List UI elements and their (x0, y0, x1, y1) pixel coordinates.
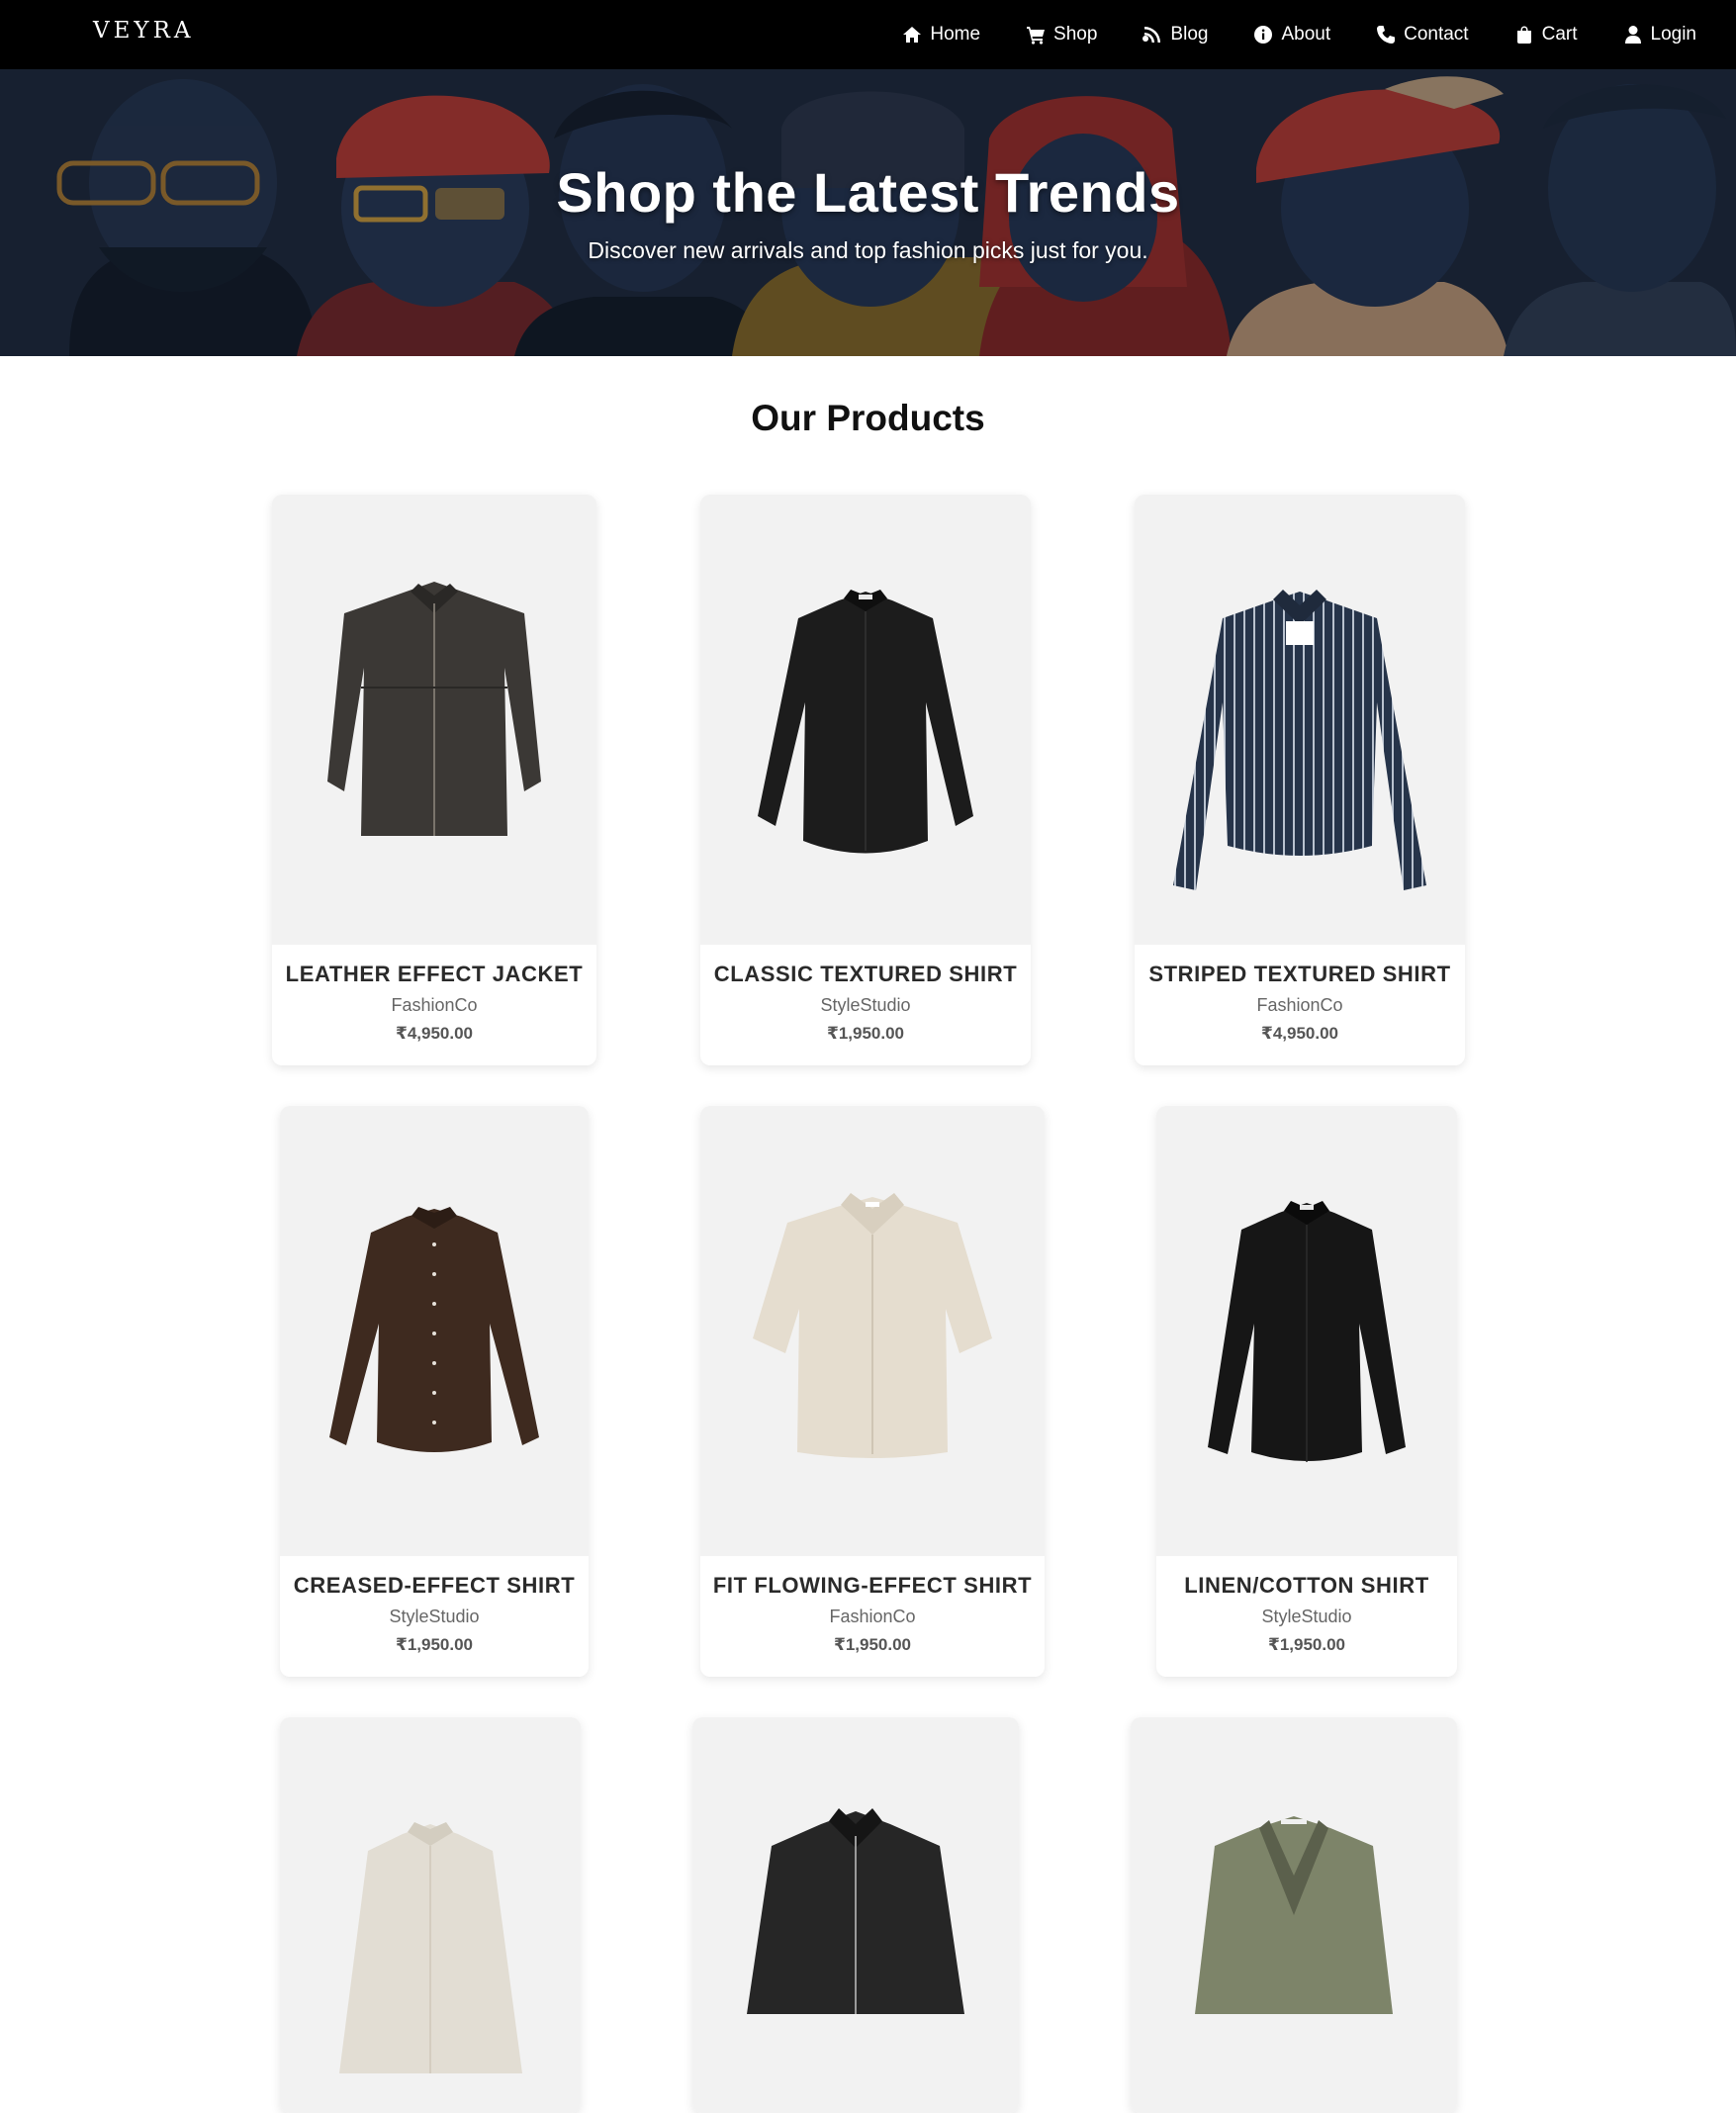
product-image[interactable] (1156, 1106, 1457, 1556)
product-price: ₹1,950.00 (833, 1635, 911, 1654)
product-image[interactable] (700, 1106, 1045, 1556)
phone-icon (1377, 26, 1396, 44)
shirt-image (758, 590, 973, 854)
nav-item-label: Shop (1053, 24, 1098, 45)
short-sleeve-shirt-image (753, 1193, 992, 1458)
product-card[interactable]: LEATHER EFFECT JACKET FashionCo ₹4,950.0… (272, 495, 596, 1065)
nav-item-label: Home (930, 24, 981, 45)
product-info: FIT FLOWING-EFFECT SHIRT FashionCo ₹1,95… (700, 1556, 1045, 1655)
product-image[interactable] (280, 1717, 581, 2113)
nav-item-login[interactable]: Login (1623, 24, 1697, 46)
nav-links: Home Shop Blog About Contact Cart Login (857, 0, 1696, 69)
nav-item-cart[interactable]: Cart (1514, 24, 1578, 46)
shirt-image (339, 1822, 522, 2073)
info-icon (1254, 26, 1273, 44)
home-icon (903, 27, 922, 43)
hero-title: Shop the Latest Trends (556, 161, 1180, 224)
blazer-image (1195, 1816, 1393, 2014)
nav-item-home[interactable]: Home (902, 24, 980, 46)
nav-item-blog[interactable]: Blog (1142, 24, 1208, 46)
product-card[interactable] (280, 1717, 581, 2113)
product-card[interactable] (1131, 1717, 1457, 2113)
product-brand: FashionCo (391, 995, 478, 1015)
top-navbar: VEYRA Home Shop Blog About Contact Cart … (0, 0, 1736, 69)
product-image[interactable] (700, 495, 1031, 945)
product-info: CLASSIC TEXTURED SHIRT StyleStudio ₹1,95… (700, 945, 1031, 1044)
product-price: ₹1,950.00 (395, 1635, 473, 1654)
product-price: ₹4,950.00 (1260, 1024, 1338, 1043)
jacket-image (327, 582, 541, 836)
product-name[interactable]: FIT FLOWING-EFFECT SHIRT (700, 1573, 1045, 1599)
nav-item-about[interactable]: About (1253, 24, 1330, 46)
product-card[interactable] (692, 1717, 1019, 2113)
blog-icon (1142, 27, 1161, 43)
nav-item-label: Contact (1404, 24, 1469, 45)
product-image[interactable] (280, 1106, 589, 1556)
striped-shirt-image (1173, 590, 1426, 890)
product-name[interactable]: CLASSIC TEXTURED SHIRT (700, 962, 1031, 987)
user-icon (1624, 26, 1641, 44)
jacket-image (747, 1808, 964, 2014)
product-brand: StyleStudio (820, 995, 911, 1015)
hero-banner: Shop the Latest Trends Discover new arri… (0, 69, 1736, 356)
nav-item-label: About (1281, 24, 1331, 45)
product-brand: FashionCo (829, 1607, 916, 1626)
product-info: LINEN/COTTON SHIRT StyleStudio ₹1,950.00 (1156, 1556, 1457, 1655)
product-brand: StyleStudio (1261, 1607, 1352, 1626)
product-info: LEATHER EFFECT JACKET FashionCo ₹4,950.0… (272, 945, 596, 1044)
product-name[interactable]: STRIPED TEXTURED SHIRT (1135, 962, 1465, 987)
cart-icon (1027, 27, 1046, 45)
nav-item-contact[interactable]: Contact (1376, 24, 1469, 46)
product-image[interactable] (272, 495, 596, 945)
product-name[interactable]: CREASED-EFFECT SHIRT (280, 1573, 589, 1599)
bag-icon (1516, 26, 1531, 44)
product-image[interactable] (692, 1717, 1019, 2113)
product-price: ₹1,950.00 (1267, 1635, 1345, 1654)
nav-item-label: Cart (1541, 24, 1578, 45)
product-card[interactable]: CLASSIC TEXTURED SHIRT StyleStudio ₹1,95… (700, 495, 1031, 1065)
brand-logo[interactable]: VEYRA (93, 18, 195, 44)
nav-item-label: Login (1650, 24, 1697, 45)
nav-item-shop[interactable]: Shop (1026, 24, 1097, 46)
product-brand: StyleStudio (389, 1607, 480, 1626)
product-image[interactable] (1131, 1717, 1457, 2113)
shirt-image (329, 1207, 539, 1452)
product-name[interactable]: LEATHER EFFECT JACKET (272, 962, 596, 987)
product-price: ₹4,950.00 (395, 1024, 473, 1043)
shirt-image (1208, 1201, 1406, 1462)
product-brand: FashionCo (1256, 995, 1343, 1015)
product-image[interactable] (1135, 495, 1465, 945)
product-card[interactable]: STRIPED TEXTURED SHIRT FashionCo ₹4,950.… (1135, 495, 1465, 1065)
nav-item-label: Blog (1170, 24, 1209, 45)
product-card[interactable]: LINEN/COTTON SHIRT StyleStudio ₹1,950.00 (1156, 1106, 1457, 1677)
products-section-title: Our Products (751, 398, 985, 438)
hero-subtitle: Discover new arrivals and top fashion pi… (588, 237, 1148, 263)
product-name[interactable]: LINEN/COTTON SHIRT (1156, 1573, 1457, 1599)
product-info: CREASED-EFFECT SHIRT StyleStudio ₹1,950.… (280, 1556, 589, 1655)
product-card[interactable]: FIT FLOWING-EFFECT SHIRT FashionCo ₹1,95… (700, 1106, 1045, 1677)
product-price: ₹1,950.00 (826, 1024, 904, 1043)
product-card[interactable]: CREASED-EFFECT SHIRT StyleStudio ₹1,950.… (280, 1106, 589, 1677)
product-info: STRIPED TEXTURED SHIRT FashionCo ₹4,950.… (1135, 945, 1465, 1044)
